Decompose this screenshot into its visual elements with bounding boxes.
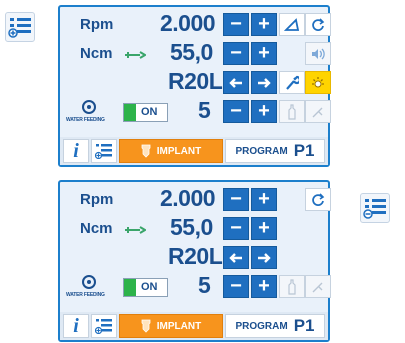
program-label: PROGRAM: [235, 145, 288, 157]
bottle-icon: [279, 275, 305, 298]
refresh-icon[interactable]: [305, 13, 331, 36]
bottle-icon: [279, 100, 305, 123]
direction-left-button[interactable]: [223, 71, 249, 94]
water-feeding-label: WATER FEEDING: [66, 292, 105, 298]
water-state: ON: [141, 281, 158, 293]
water-state: ON: [141, 106, 158, 118]
program-value: P1: [293, 141, 315, 160]
control-panel-expanded: Rpm 2.000 Ncm 55,0 R20L WATER FEEDING ON…: [58, 5, 331, 167]
info-button[interactable]: i: [63, 139, 89, 163]
water-toggle[interactable]: ON: [123, 278, 168, 297]
ncm-plus-button[interactable]: +: [251, 42, 277, 65]
list-expand-icon[interactable]: [5, 12, 35, 42]
light-icon[interactable]: [305, 71, 331, 94]
implant-button[interactable]: IMPLANT: [119, 139, 223, 163]
implant-label: IMPLANT: [156, 320, 202, 332]
direction-value: R20L: [168, 243, 223, 269]
program-button[interactable]: PROGRAM P1: [225, 139, 325, 163]
handpiece-icon: [305, 100, 331, 123]
implant-label: IMPLANT: [156, 145, 202, 157]
implant-icon: [141, 319, 151, 333]
ncm-value: 55,0: [170, 39, 213, 65]
ncm-label: Ncm: [80, 220, 113, 237]
direction-left-button[interactable]: [223, 246, 249, 269]
rpm-minus-button[interactable]: −: [223, 13, 249, 36]
panel-footer: i IMPLANT PROGRAM P1: [60, 312, 328, 340]
rpm-plus-button[interactable]: +: [251, 188, 277, 211]
direction-right-button[interactable]: [251, 246, 277, 269]
list-collapse-icon[interactable]: [360, 193, 390, 223]
ncm-minus-button[interactable]: −: [223, 42, 249, 65]
water-toggle[interactable]: ON: [123, 103, 168, 122]
water-plus-button[interactable]: +: [251, 275, 277, 298]
direction-value: R20L: [168, 68, 223, 94]
rpm-value: 2.000: [160, 185, 216, 211]
water-feeding-label: WATER FEEDING: [66, 117, 105, 123]
torque-wrench-icon: [124, 48, 147, 66]
water-level: 5: [198, 272, 211, 298]
wrench-icon[interactable]: [279, 71, 305, 94]
sound-icon[interactable]: [305, 42, 331, 65]
rpm-minus-button[interactable]: −: [223, 188, 249, 211]
program-label: PROGRAM: [235, 320, 288, 332]
direction-right-button[interactable]: [251, 71, 277, 94]
handpiece-icon: [305, 275, 331, 298]
info-icon: i: [73, 139, 79, 162]
program-value: P1: [293, 316, 315, 335]
water-plus-button[interactable]: +: [251, 100, 277, 123]
program-button[interactable]: PROGRAM P1: [225, 314, 325, 338]
implant-icon: [141, 144, 151, 158]
water-minus-button[interactable]: −: [223, 100, 249, 123]
ncm-label: Ncm: [80, 45, 113, 62]
water-level: 5: [198, 97, 211, 123]
ncm-value: 55,0: [170, 214, 213, 240]
torque-wrench-icon: [124, 223, 147, 241]
info-button[interactable]: i: [63, 314, 89, 338]
panel-footer: i IMPLANT PROGRAM P1: [60, 137, 328, 165]
list-icon: [95, 144, 112, 159]
list-button[interactable]: [91, 139, 117, 163]
ncm-minus-button[interactable]: −: [223, 217, 249, 240]
list-icon: [95, 319, 112, 334]
implant-button[interactable]: IMPLANT: [119, 314, 223, 338]
water-minus-button[interactable]: −: [223, 275, 249, 298]
info-icon: i: [73, 314, 79, 337]
control-panel-collapsed: Rpm 2.000 Ncm 55,0 R20L WATER FEEDING ON…: [58, 180, 331, 342]
angle-icon[interactable]: [279, 13, 305, 36]
ncm-plus-button[interactable]: +: [251, 217, 277, 240]
rpm-plus-button[interactable]: +: [251, 13, 277, 36]
rpm-label: Rpm: [80, 16, 114, 33]
rpm-label: Rpm: [80, 191, 114, 208]
refresh-icon[interactable]: [305, 188, 331, 211]
list-button[interactable]: [91, 314, 117, 338]
rpm-value: 2.000: [160, 10, 216, 36]
